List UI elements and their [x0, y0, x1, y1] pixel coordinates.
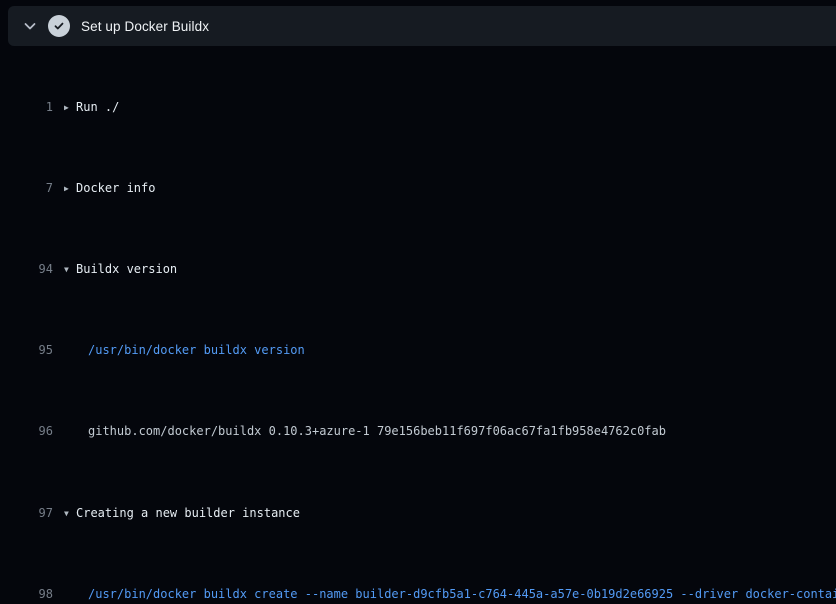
log-group-row: 7 ▶Docker info	[0, 178, 836, 198]
step-title: Set up Docker Buildx	[81, 19, 209, 34]
chevron-down-icon[interactable]	[22, 18, 38, 34]
log-group-toggle[interactable]: ▼Creating a new builder instance	[53, 503, 836, 523]
log-row: 98 /usr/bin/docker buildx create --name …	[0, 584, 836, 604]
line-number[interactable]: 97	[0, 503, 53, 523]
line-number[interactable]: 96	[0, 421, 53, 441]
triangle-right-icon[interactable]: ▶	[64, 98, 76, 117]
check-circle-icon	[48, 15, 70, 37]
line-number[interactable]: 7	[0, 178, 53, 198]
log-group-toggle[interactable]: ▶Docker info	[53, 178, 836, 198]
log-group-row: 97 ▼Creating a new builder instance	[0, 503, 836, 523]
log-group-row: 94 ▼Buildx version	[0, 259, 836, 279]
log-row: 96 github.com/docker/buildx 0.10.3+azure…	[0, 421, 836, 441]
line-number[interactable]: 95	[0, 340, 53, 360]
line-number[interactable]: 1	[0, 97, 53, 117]
log-line-text: github.com/docker/buildx 0.10.3+azure-1 …	[53, 421, 836, 441]
log-output: 1 ▶Run ./ 7 ▶Docker info 94 ▼Buildx vers…	[0, 46, 836, 604]
triangle-down-icon[interactable]: ▼	[64, 504, 76, 523]
log-line-text: /usr/bin/docker buildx create --name bui…	[53, 584, 836, 604]
log-group-toggle[interactable]: ▶Run ./	[53, 97, 836, 117]
log-group-toggle[interactable]: ▼Buildx version	[53, 259, 836, 279]
log-line-text: /usr/bin/docker buildx version	[53, 340, 836, 360]
triangle-down-icon[interactable]: ▼	[64, 260, 76, 279]
log-group-row: 1 ▶Run ./	[0, 97, 836, 117]
log-row: 95 /usr/bin/docker buildx version	[0, 340, 836, 360]
step-header[interactable]: Set up Docker Buildx	[8, 6, 836, 46]
line-number[interactable]: 94	[0, 259, 53, 279]
triangle-right-icon[interactable]: ▶	[64, 179, 76, 198]
line-number[interactable]: 98	[0, 584, 53, 604]
